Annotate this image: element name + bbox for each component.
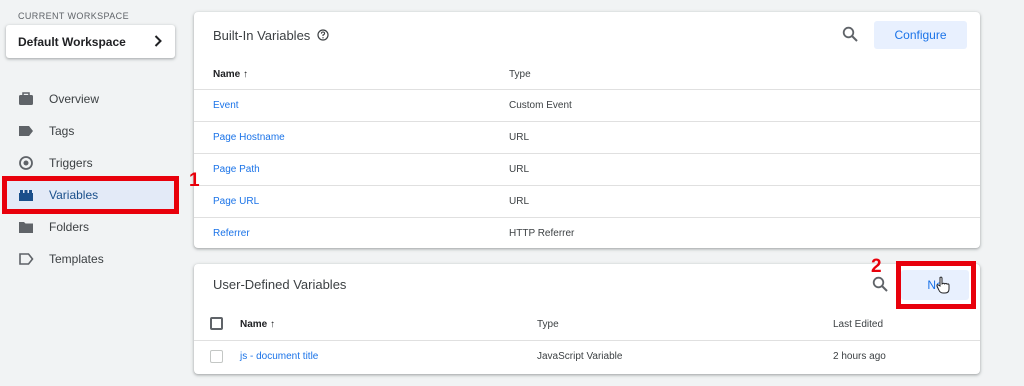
last-edited: 2 hours ago <box>833 351 886 362</box>
search-icon[interactable] <box>842 26 858 42</box>
column-header-name[interactable]: Name ↑ <box>213 69 248 80</box>
user-defined-variables-title: User-Defined Variables <box>213 277 347 292</box>
step-number-2: 2 <box>871 256 882 277</box>
variable-name-link[interactable]: Page Hostname <box>213 132 285 143</box>
sidebar-item-overview[interactable]: Overview <box>6 84 174 114</box>
sidebar-item-label: Triggers <box>49 156 93 170</box>
variable-type: URL <box>509 132 530 143</box>
trigger-icon <box>19 156 33 170</box>
arrow-up-icon: ↑ <box>243 69 249 80</box>
user-defined-variables-card: User-Defined Variables Ne Name ↑ Type La… <box>194 264 980 374</box>
sidebar-item-label: Templates <box>49 252 104 266</box>
builtin-variables-card: Built-In Variables Configure Name ↑ Type… <box>194 12 980 248</box>
briefcase-icon <box>19 92 33 105</box>
sidebar-item-tags[interactable]: Tags <box>6 116 174 146</box>
variable-type: Custom Event <box>509 100 572 111</box>
chevron-right-icon <box>154 35 162 47</box>
highlight-box-new-button <box>896 261 976 309</box>
column-header-last-edited: Last Edited <box>833 319 884 330</box>
sidebar-item-templates[interactable]: Templates <box>6 244 174 274</box>
row-checkbox[interactable] <box>210 350 223 363</box>
sidebar-item-label: Overview <box>49 92 100 106</box>
variable-type: URL <box>509 196 530 207</box>
table-row[interactable]: Event Custom Event <box>194 89 980 121</box>
table-row[interactable]: Referrer HTTP Referrer <box>194 217 980 249</box>
column-header-name[interactable]: Name ↑ <box>240 319 275 330</box>
variable-name-link[interactable]: Page Path <box>213 164 260 175</box>
step-number-1: 1 <box>189 170 200 191</box>
configure-button[interactable]: Configure <box>874 21 967 49</box>
sidebar-item-label: Folders <box>49 220 90 234</box>
column-header-name-label: Name <box>240 319 268 330</box>
table-row[interactable]: Page URL URL <box>194 185 980 217</box>
workspace-name: Default Workspace <box>18 35 126 49</box>
builtin-variables-title: Built-In Variables <box>213 28 311 43</box>
variable-type: JavaScript Variable <box>537 351 623 362</box>
variable-name-link[interactable]: Page URL <box>213 196 259 207</box>
highlight-box-variables <box>2 176 179 214</box>
variable-type: HTTP Referrer <box>509 228 575 239</box>
search-icon[interactable] <box>872 276 888 292</box>
tag-icon <box>19 126 33 136</box>
variable-name-link[interactable]: js - document title <box>240 351 318 362</box>
column-header-name-label: Name <box>213 69 241 80</box>
workspace-label: CURRENT WORKSPACE <box>18 11 129 21</box>
table-row[interactable]: Page Hostname URL <box>194 121 980 153</box>
sidebar-item-triggers[interactable]: Triggers <box>6 148 174 178</box>
sidebar-item-folders[interactable]: Folders <box>6 212 174 242</box>
arrow-up-icon: ↑ <box>270 319 276 330</box>
table-row[interactable]: Page Path URL <box>194 153 980 185</box>
column-header-type: Type <box>537 319 559 330</box>
template-icon <box>19 253 34 265</box>
variable-type: URL <box>509 164 530 175</box>
sidebar-item-label: Tags <box>49 124 75 138</box>
select-all-checkbox[interactable] <box>210 317 223 330</box>
column-header-type: Type <box>509 69 531 80</box>
variable-name-link[interactable]: Referrer <box>213 228 250 239</box>
workspace-selector[interactable]: Default Workspace <box>6 25 175 58</box>
help-icon[interactable] <box>317 29 329 41</box>
table-row[interactable]: js - document title JavaScript Variable … <box>194 340 980 372</box>
variable-name-link[interactable]: Event <box>213 100 239 111</box>
folder-icon <box>19 222 33 233</box>
